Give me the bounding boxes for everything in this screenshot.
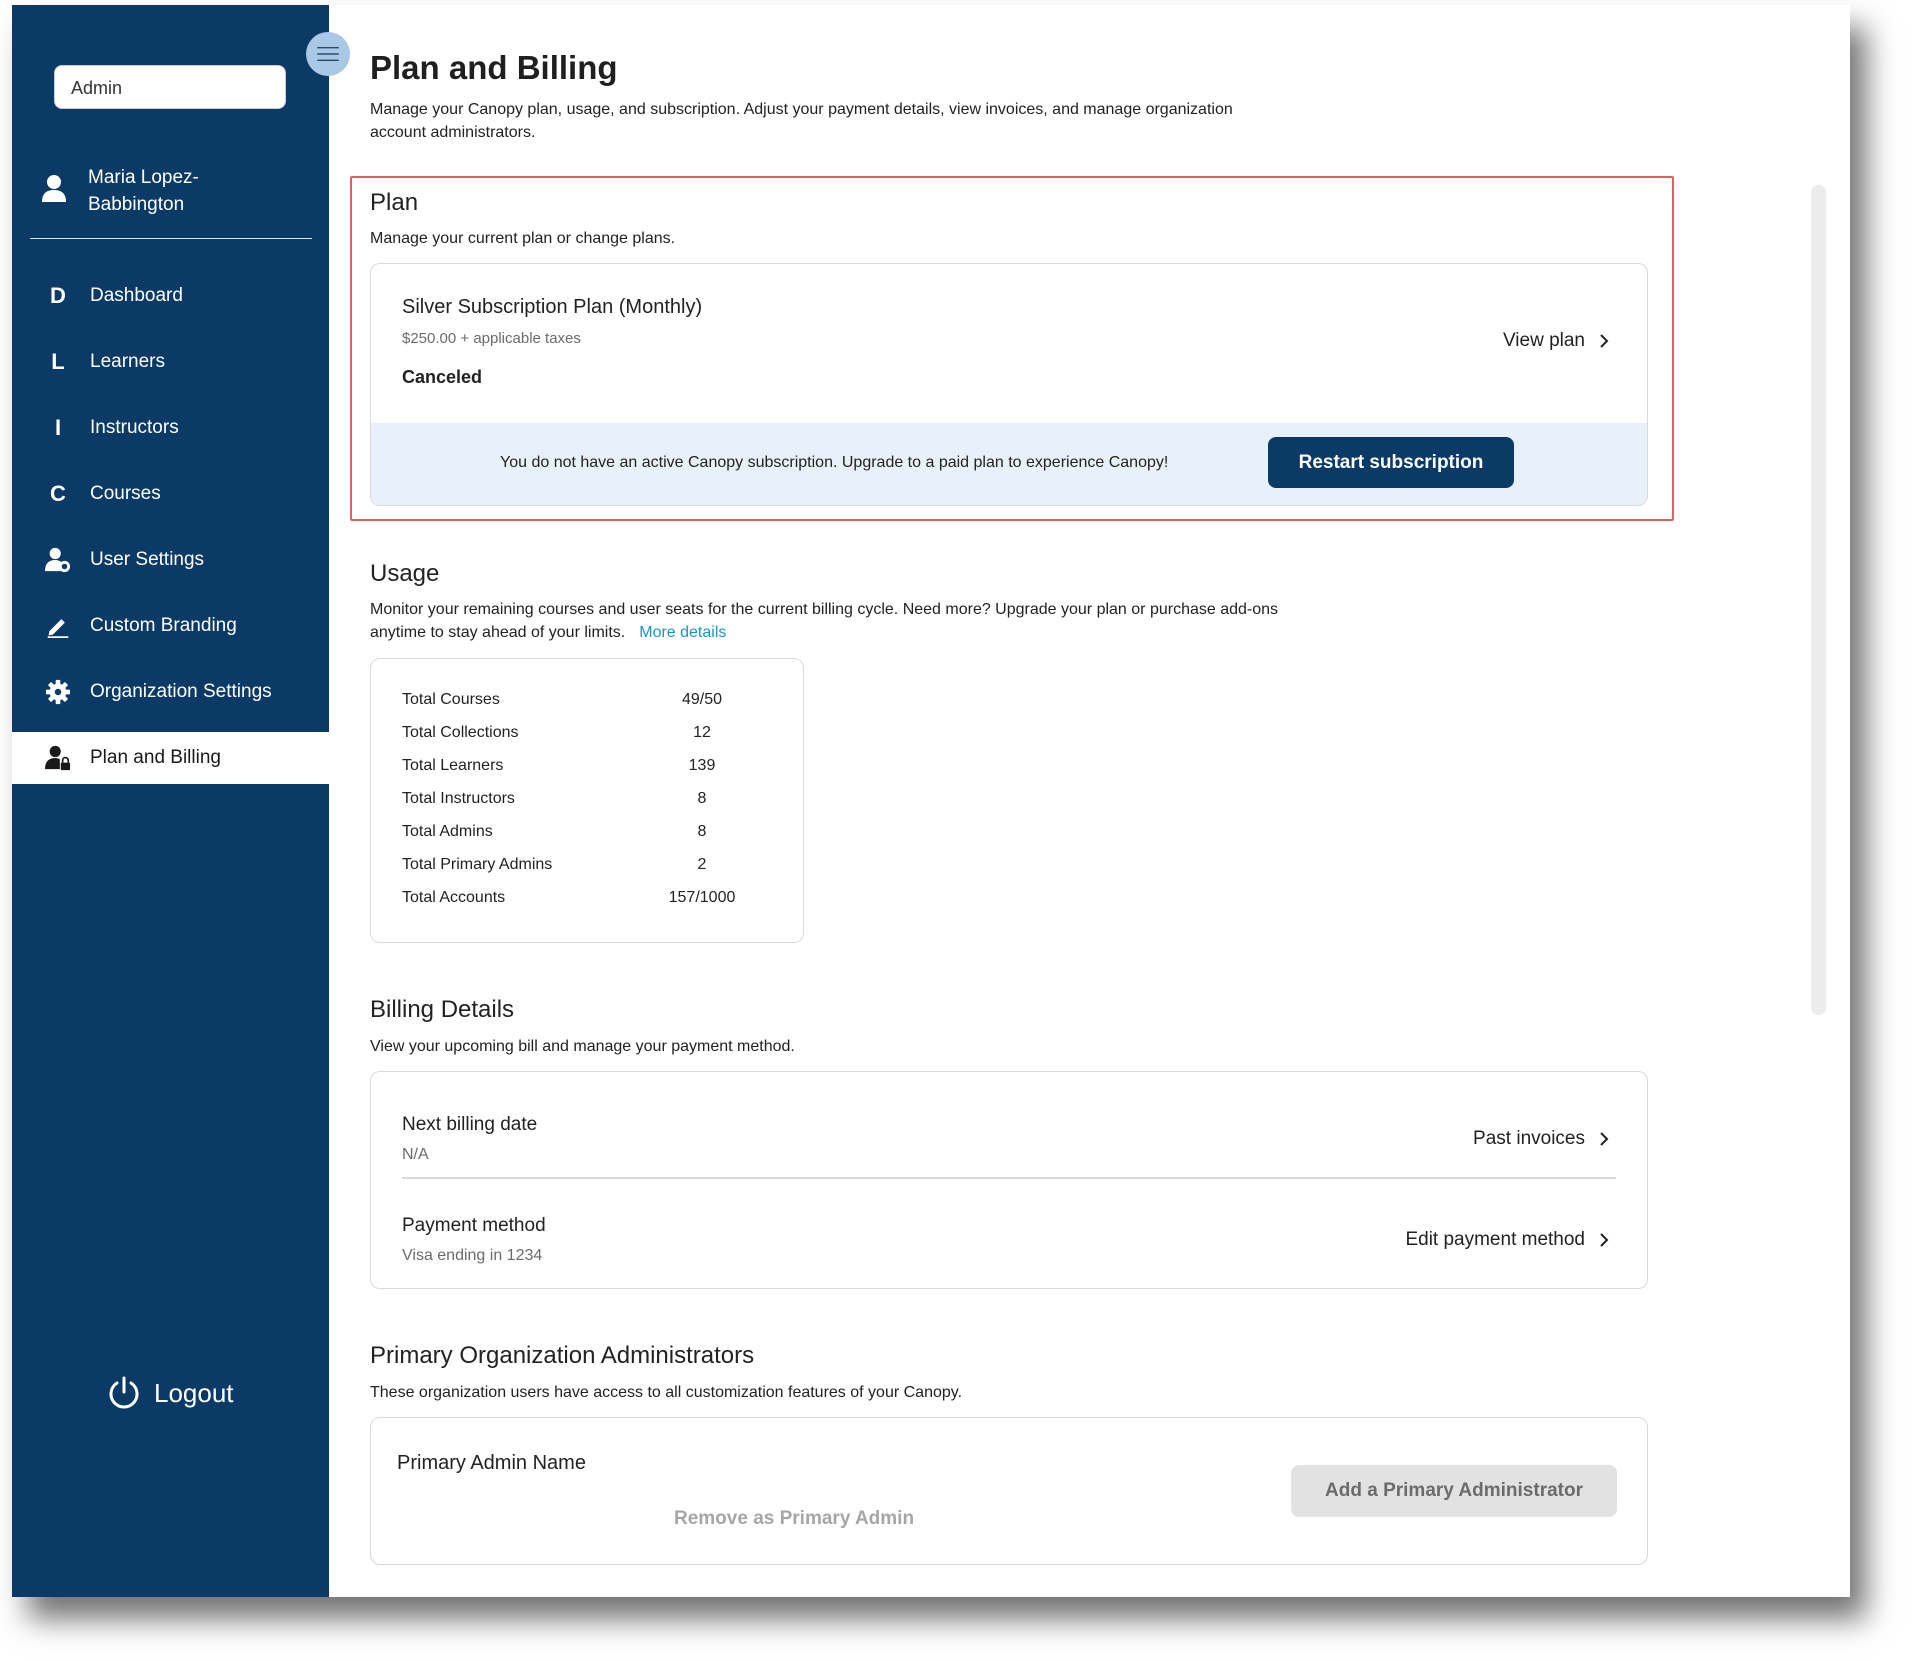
chevron-right-icon [1600,1233,1609,1247]
usage-label: Total Instructors [402,790,515,807]
hamburger-icon [317,46,339,62]
app-window: Admin Maria Lopez-Babbington D Dashboard… [12,5,1850,1597]
payment-method-label: Payment method [402,1215,546,1236]
usage-value: 157/1000 [668,889,736,906]
user-gear-icon [44,547,72,573]
user-profile: Maria Lopez-Babbington [42,160,302,230]
scrollbar[interactable] [1811,185,1826,1015]
user-lock-icon [44,745,72,771]
sidebar-item-label: User Settings [90,549,205,570]
plan-status: Canceled [402,367,483,387]
letter-i-icon: I [54,415,62,440]
role-selector[interactable]: Admin [54,65,286,109]
usage-row: Total Admins 8 [402,823,782,845]
usage-section-description: Monitor your remaining courses and user … [370,598,1330,644]
sidebar-item-label: Learners [90,351,165,372]
banner-text: You do not have an active Canopy subscri… [500,454,1169,471]
sidebar-item-label: Custom Branding [90,615,237,636]
view-plan-label: View plan [1502,330,1585,351]
letter-d-icon: D [50,283,66,308]
sidebar-item-courses[interactable]: C Courses [12,468,329,520]
sidebar-item-custom-branding[interactable]: Custom Branding [12,600,329,652]
view-plan-link[interactable]: View plan [1503,330,1609,352]
usage-label: Total Learners [402,757,504,774]
usage-value: 8 [697,823,707,840]
sidebar-divider [30,238,312,239]
usage-row: Total Learners 139 [402,757,782,779]
usage-label: Total Primary Admins [402,856,553,873]
chevron-right-icon [1600,1132,1609,1146]
sidebar-item-label: Dashboard [90,285,183,306]
plan-section-description: Manage your current plan or change plans… [370,230,676,247]
power-icon [109,1376,139,1409]
sidebar-item-label: Organization Settings [90,681,272,702]
usage-card: Total Courses 49/50 Total Collections 12… [370,658,804,943]
past-invoices-link[interactable]: Past invoices [1473,1128,1609,1150]
next-billing-date-value: N/A [402,1146,429,1163]
usage-section-title: Usage [370,560,440,587]
user-icon [42,175,66,202]
next-billing-date-label: Next billing date [402,1114,538,1135]
payment-method-value: Visa ending in 1234 [402,1247,543,1264]
admins-card: Primary Admin Name Remove as Primary Adm… [370,1417,1648,1565]
admin-name-header: Primary Admin Name [397,1452,586,1474]
edit-payment-method-label: Edit payment method [1405,1229,1585,1250]
sidebar: Admin Maria Lopez-Babbington D Dashboard… [12,5,329,1597]
usage-value: 49/50 [681,691,723,708]
remove-primary-admin-link[interactable]: Remove as Primary Admin [674,1508,914,1530]
billing-section-title: Billing Details [370,996,515,1023]
letter-c-icon: C [50,481,66,506]
pencil-icon [44,614,72,638]
sidebar-item-label: Plan and Billing [90,747,221,768]
usage-row: Total Accounts 157/1000 [402,889,782,911]
usage-label: Total Courses [402,691,500,708]
usage-label: Total Collections [402,724,519,741]
gear-icon [44,679,72,705]
usage-value: 12 [693,724,711,741]
usage-row: Total Primary Admins 2 [402,856,782,878]
sidebar-item-user-settings[interactable]: User Settings [12,534,329,586]
billing-card: Next billing date N/A Past invoices Paym… [370,1071,1648,1289]
sidebar-item-dashboard[interactable]: D Dashboard [12,270,329,322]
plan-price: $250.00 + applicable taxes [402,330,581,347]
admins-section-title: Primary Organization Administrators [370,1342,755,1369]
sidebar-item-label: Instructors [90,417,179,438]
main-content: Plan and Billing Manage your Canopy plan… [329,5,1850,1597]
sidebar-item-plan-and-billing[interactable]: Plan and Billing [12,732,329,784]
usage-label: Total Accounts [402,889,506,906]
edit-payment-method-link[interactable]: Edit payment method [1405,1229,1609,1251]
past-invoices-label: Past invoices [1473,1128,1585,1149]
plan-section-title: Plan [370,189,419,216]
subscription-banner: You do not have an active Canopy subscri… [371,423,1647,505]
page-description: Manage your Canopy plan, usage, and subs… [370,101,1233,141]
sidebar-item-learners[interactable]: L Learners [12,336,329,388]
logout-button[interactable]: Logout [106,1375,234,1411]
sidebar-item-instructors[interactable]: I Instructors [12,402,329,454]
letter-l-icon: L [51,349,65,374]
usage-row: Total Collections 12 [402,724,782,746]
logout-label: Logout [154,1377,234,1408]
plan-card: Silver Subscription Plan (Monthly) $250.… [370,263,1648,506]
usage-description-text: Monitor your remaining courses and user … [370,601,1279,641]
admins-section-description: These organization users have access to … [370,1384,963,1401]
usage-label: Total Admins [402,823,493,840]
menu-toggle-button[interactable] [306,32,350,76]
billing-section-description: View your upcoming bill and manage your … [370,1038,795,1055]
chevron-right-icon [1600,334,1609,348]
more-details-link[interactable]: More details [639,624,726,641]
usage-row: Total Instructors 8 [402,790,782,812]
sidebar-item-label: Courses [90,483,161,504]
usage-row: Total Courses 49/50 [402,691,782,713]
user-name: Maria Lopez-Babbington [88,167,199,215]
plan-name: Silver Subscription Plan (Monthly) [402,296,703,318]
usage-value: 2 [697,856,707,873]
page-title: Plan and Billing [370,49,618,86]
usage-value: 8 [697,790,707,807]
add-primary-admin-button[interactable]: Add a Primary Administrator [1291,1465,1617,1517]
usage-value: 139 [688,757,716,774]
sidebar-item-organization-settings[interactable]: Organization Settings [12,666,329,718]
restart-subscription-button[interactable]: Restart subscription [1268,437,1514,488]
billing-divider [402,1177,1616,1179]
